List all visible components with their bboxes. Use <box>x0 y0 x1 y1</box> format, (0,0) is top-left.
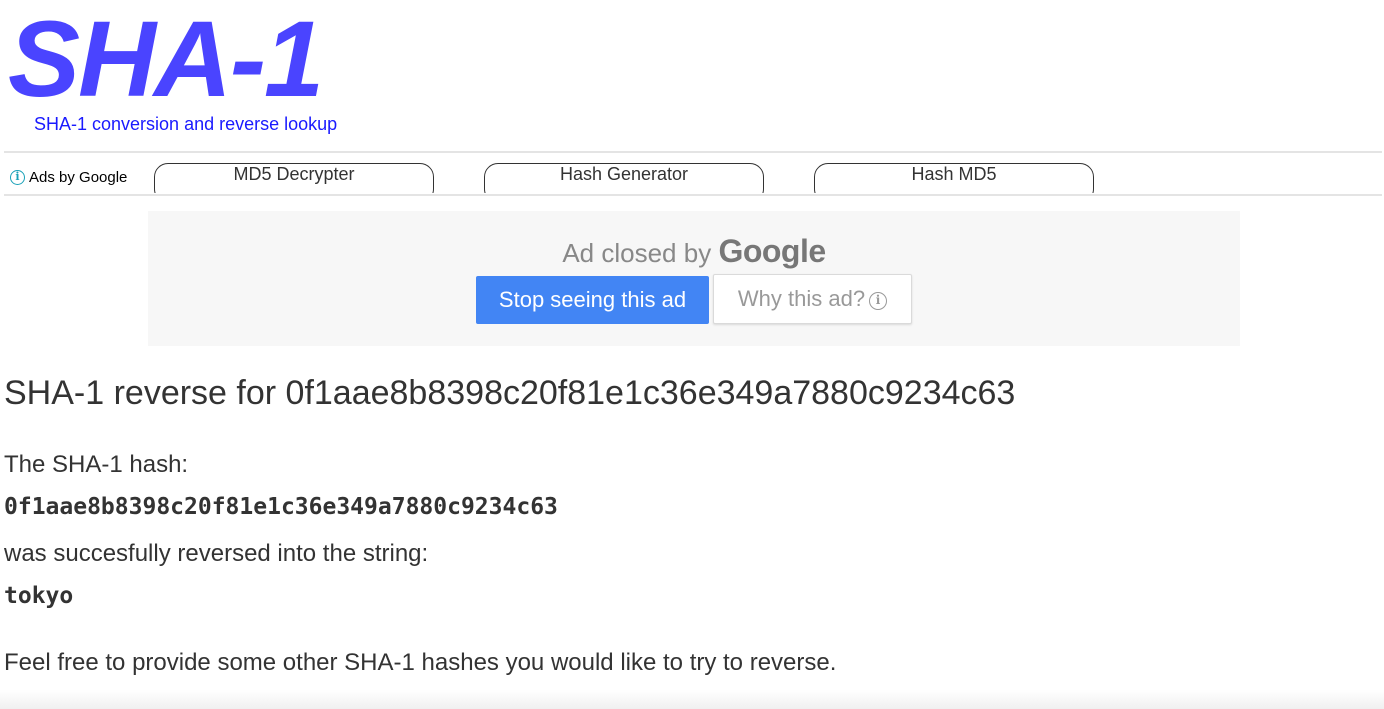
ad-link-md5-decrypter[interactable]: MD5 Decrypter <box>154 163 434 193</box>
ad-closed-prefix: Ad closed by <box>562 238 712 268</box>
ad-link-hash-generator[interactable]: Hash Generator <box>484 163 764 193</box>
ad-links-bar: i Ads by Google MD5 Decrypter Hash Gener… <box>0 153 1384 193</box>
hash-intro-text: The SHA-1 hash: <box>4 451 189 478</box>
google-logo: Google <box>718 233 826 269</box>
why-this-ad-label: Why this ad? <box>737 286 866 311</box>
why-this-ad-button[interactable]: Why this ad? i <box>713 274 912 324</box>
divider-bottom <box>4 194 1382 196</box>
footer-text: Feel free to provide some other SHA-1 ha… <box>4 649 837 676</box>
ad-closed-message: Ad closed by Google <box>148 233 1240 270</box>
ad-link-hash-md5[interactable]: Hash MD5 <box>814 163 1094 193</box>
ads-by-google-label: Ads by Google <box>29 168 128 186</box>
site-logo[interactable]: SHA-1 <box>8 0 324 118</box>
bottom-shade <box>0 690 1384 709</box>
page-title: SHA-1 reverse for 0f1aae8b8398c20f81e1c3… <box>4 374 1016 412</box>
info-icon[interactable]: i <box>10 169 25 185</box>
ad-closed-box: Ad closed by Google Stop seeing this ad … <box>148 211 1240 346</box>
info-icon: i <box>869 292 888 310</box>
ads-by-google[interactable]: i Ads by Google <box>10 167 127 187</box>
stop-seeing-ad-button[interactable]: Stop seeing this ad <box>476 276 709 324</box>
reversed-text: was succesfully reversed into the string… <box>4 540 429 567</box>
site-subtitle[interactable]: SHA-1 conversion and reverse lookup <box>34 114 337 135</box>
plaintext-value: tokyo <box>4 583 74 609</box>
hash-value: 0f1aae8b8398c20f81e1c36e349a7880c9234c63 <box>4 494 558 520</box>
